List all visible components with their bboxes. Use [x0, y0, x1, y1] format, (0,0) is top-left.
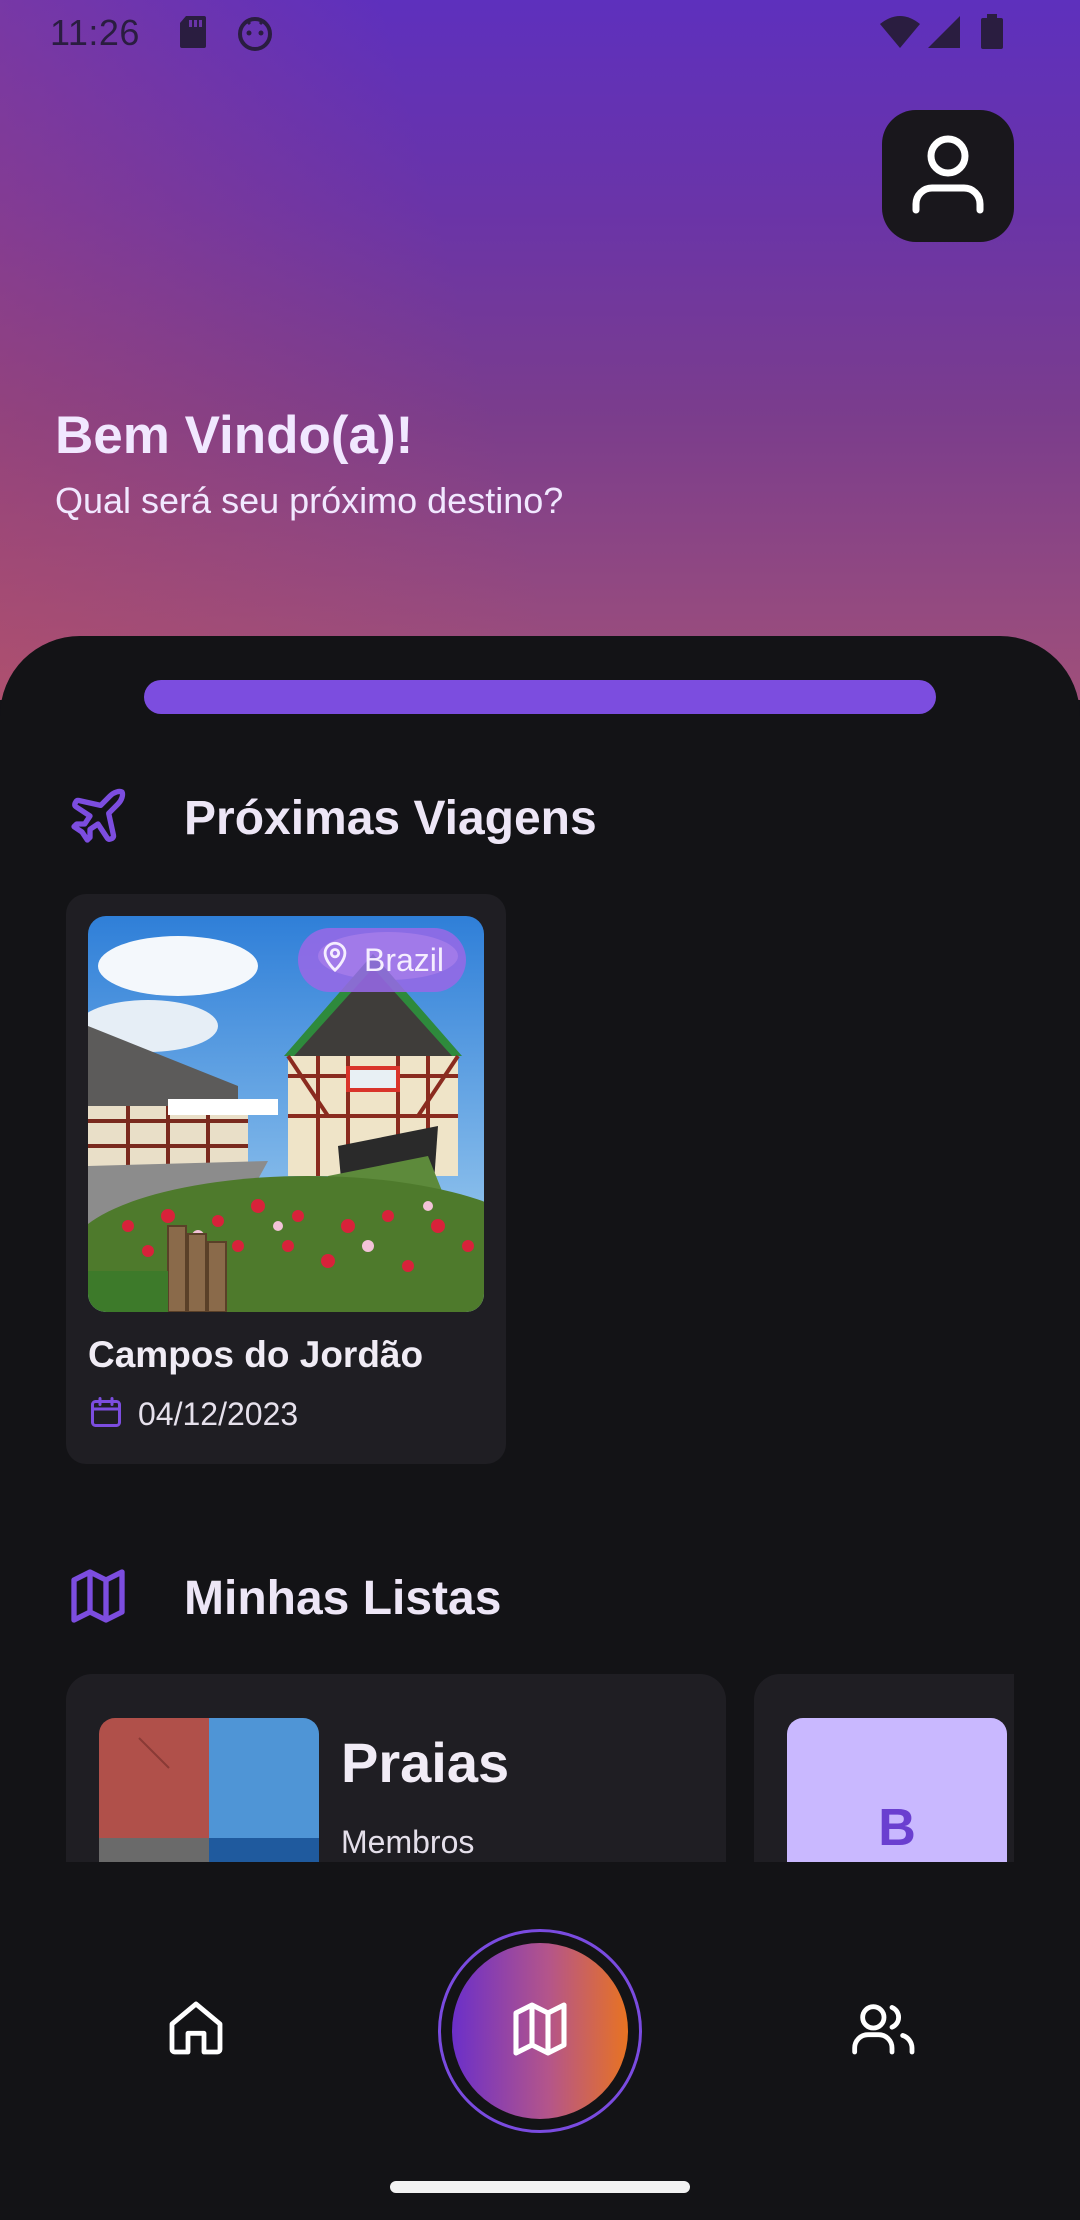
cellular-signal-icon [926, 14, 962, 55]
my-lists-title: Minhas Listas [184, 1572, 502, 1625]
trip-name: Campos do Jordão [88, 1334, 424, 1375]
trip-date: 04/12/2023 [138, 1396, 299, 1432]
calendar-icon [88, 1394, 124, 1435]
list-thumbnail [99, 1718, 319, 1862]
home-icon [164, 1994, 228, 2067]
map-icon [508, 1997, 572, 2066]
status-bar: 11:26 [0, 0, 1080, 66]
welcome-title: Bem Vindo(a)! [55, 406, 414, 465]
nav-people[interactable] [834, 1990, 934, 2070]
hero-background [0, 0, 1080, 700]
lists-carousel[interactable]: Praias Membros B [66, 1674, 1014, 1862]
trip-card[interactable]: Brazil Campos do Jordão 04/12/2023 [66, 894, 506, 1464]
status-time: 11:26 [50, 12, 140, 53]
list-title: Praias [341, 1731, 510, 1794]
nav-map[interactable] [452, 1943, 628, 2119]
map-icon [66, 1564, 130, 1633]
my-lists-header: Minhas Listas [66, 1564, 501, 1633]
list-card[interactable]: B [754, 1674, 1014, 1862]
home-indicator [390, 2181, 690, 2193]
airplane-icon [66, 784, 130, 853]
sd-card-icon [178, 14, 208, 55]
welcome-subtitle: Qual será seu próximo destino? [55, 480, 564, 521]
list-members-label: Membros [341, 1824, 475, 1860]
wifi-icon [880, 14, 920, 55]
trip-date-row: 04/12/2023 [88, 1394, 298, 1435]
users-icon [849, 1996, 919, 2065]
upcoming-trips-title: Próximas Viagens [184, 792, 597, 845]
trip-photo: Brazil [88, 916, 484, 1312]
location-pin-icon [318, 937, 352, 983]
battery-icon [980, 14, 1004, 55]
sheet-progress-bar [144, 680, 936, 714]
list-card[interactable]: Praias Membros [66, 1674, 726, 1862]
list-letter-avatar: B [787, 1718, 1007, 1862]
location-chip: Brazil [298, 928, 467, 992]
nav-home[interactable] [146, 1990, 246, 2070]
android-debug-icon [236, 14, 274, 57]
upcoming-trips-header: Próximas Viagens [66, 784, 597, 853]
location-country: Brazil [364, 941, 445, 978]
profile-button[interactable] [882, 110, 1014, 242]
user-icon [912, 134, 984, 219]
